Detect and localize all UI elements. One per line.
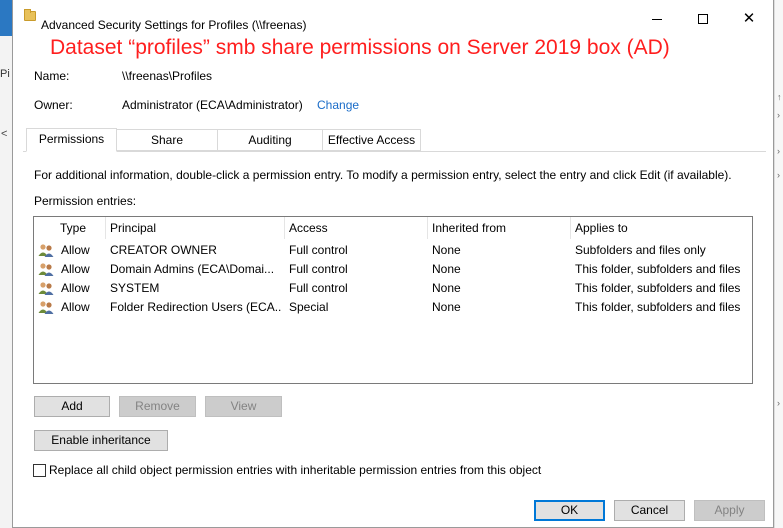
background-arrow-icon: < — [1, 128, 8, 140]
maximize-icon — [698, 14, 708, 25]
tab-auditing[interactable]: Auditing — [218, 129, 323, 151]
name-label: Name: — [34, 69, 70, 83]
owner-label: Owner: — [34, 98, 73, 112]
table-row[interactable]: Allow SYSTEM Full control None This fold… — [34, 279, 752, 298]
background-mark: › — [777, 110, 780, 120]
remove-button[interactable]: Remove — [119, 396, 196, 417]
table-row[interactable]: Allow CREATOR OWNER Full control None Su… — [34, 241, 752, 260]
entry-principal: Folder Redirection Users (ECA... — [110, 300, 282, 314]
owner-value: Administrator (ECA\Administrator) — [122, 98, 303, 112]
apply-button[interactable]: Apply — [694, 500, 765, 521]
background-mark: ↑ — [777, 92, 782, 102]
users-icon — [38, 263, 54, 276]
title-bar: Advanced Security Settings for Profiles … — [13, 0, 773, 32]
change-owner-link[interactable]: Change — [317, 98, 359, 112]
annotation-caption: Dataset “profiles” smb share permissions… — [50, 36, 670, 59]
maximize-button[interactable] — [680, 8, 726, 30]
entry-type: Allow — [61, 262, 90, 276]
users-icon — [38, 301, 54, 314]
list-header: Type Principal Access Inherited from App… — [34, 217, 752, 239]
entry-applies-to: This folder, subfolders and files — [575, 262, 741, 276]
entry-principal: CREATOR OWNER — [110, 243, 217, 257]
enable-inheritance-button[interactable]: Enable inheritance — [34, 430, 168, 451]
replace-child-permissions-label[interactable]: Replace all child object permission entr… — [49, 463, 541, 477]
folder-icon — [24, 9, 36, 21]
entry-type: Allow — [61, 281, 90, 295]
view-button[interactable]: View — [205, 396, 282, 417]
cancel-button[interactable]: Cancel — [614, 500, 685, 521]
entry-access: Full control — [289, 262, 348, 276]
advanced-security-dialog: Advanced Security Settings for Profiles … — [12, 0, 774, 528]
users-icon — [38, 282, 54, 295]
background-app-right: ↑ › › › › — [774, 0, 783, 528]
minimize-icon — [652, 18, 662, 20]
column-header-type[interactable]: Type — [56, 217, 106, 239]
entry-access: Full control — [289, 281, 348, 295]
entry-applies-to: Subfolders and files only — [575, 243, 706, 257]
entry-inherited-from: None — [432, 300, 461, 314]
column-header-applies-to[interactable]: Applies to — [571, 217, 752, 239]
table-row[interactable]: Allow Folder Redirection Users (ECA... S… — [34, 298, 752, 317]
minimize-button[interactable] — [634, 8, 680, 30]
add-button[interactable]: Add — [34, 396, 110, 417]
info-text: For additional information, double-click… — [34, 168, 732, 182]
permission-entries-list[interactable]: Type Principal Access Inherited from App… — [33, 216, 753, 384]
users-icon — [38, 244, 54, 257]
entry-type: Allow — [61, 243, 90, 257]
entry-applies-to: This folder, subfolders and files — [575, 281, 741, 295]
ok-button[interactable]: OK — [534, 500, 605, 521]
entry-inherited-from: None — [432, 243, 461, 257]
column-header-inherited-from[interactable]: Inherited from — [428, 217, 571, 239]
entry-inherited-from: None — [432, 262, 461, 276]
tab-share[interactable]: Share — [117, 129, 218, 151]
replace-child-permissions-checkbox[interactable] — [33, 464, 46, 477]
column-header-principal[interactable]: Principal — [106, 217, 285, 239]
background-mark: › — [777, 170, 780, 180]
table-row[interactable]: Allow Domain Admins (ECA\Domai... Full c… — [34, 260, 752, 279]
close-button[interactable]: ✕ — [726, 8, 772, 30]
entry-principal: Domain Admins (ECA\Domai... — [110, 262, 275, 276]
background-titlebar — [0, 0, 12, 36]
background-mark: › — [777, 398, 780, 408]
name-value: \\freenas\Profiles — [122, 69, 213, 83]
entry-inherited-from: None — [432, 281, 461, 295]
background-app-left: Pi < — [0, 0, 12, 528]
permission-entries-label: Permission entries: — [34, 194, 137, 208]
column-header-access[interactable]: Access — [285, 217, 428, 239]
entry-access: Special — [289, 300, 329, 314]
tab-effective-access[interactable]: Effective Access — [323, 129, 421, 151]
window-title: Advanced Security Settings for Profiles … — [41, 18, 307, 32]
background-text: Pi — [0, 68, 10, 80]
close-icon: ✕ — [742, 10, 756, 27]
entry-applies-to: This folder, subfolders and files — [575, 300, 741, 314]
background-mark: › — [777, 146, 780, 156]
entry-type: Allow — [61, 300, 90, 314]
entry-principal: SYSTEM — [110, 281, 160, 295]
tab-permissions[interactable]: Permissions — [26, 128, 117, 152]
entry-access: Full control — [289, 243, 348, 257]
